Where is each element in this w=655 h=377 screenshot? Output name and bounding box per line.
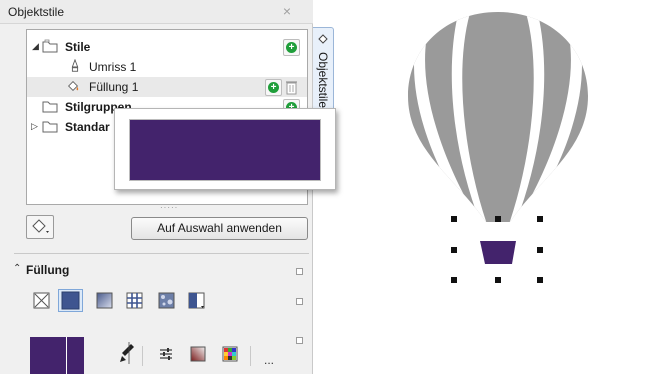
balloon-envelope[interactable] [406,10,596,232]
fill-bucket-icon [68,81,79,91]
selection-handle-bottom-right[interactable] [537,277,543,283]
object-styles-tab-icon [318,34,328,44]
tree-label-defaults: Standar [65,120,110,134]
add-child-button[interactable]: + [265,79,282,96]
delete-icon[interactable] [283,79,300,96]
color-checkbox[interactable] [296,337,303,344]
tool-separator [142,346,143,366]
more-options-button[interactable]: ... [264,353,274,367]
selection-handle-right[interactable] [537,247,543,253]
section-checkbox[interactable] [296,268,303,275]
selection-handle-bottom[interactable] [495,277,501,283]
uniform-fill-button[interactable] [58,289,83,312]
add-style-button[interactable]: + [283,39,300,56]
bitmap-pattern-fill-icon[interactable] [158,292,175,309]
no-fill-icon[interactable] [33,292,50,309]
fill-type-checkbox[interactable] [296,298,303,305]
uniform-fill-icon [61,291,80,310]
fill-color-swatch-secondary[interactable] [67,337,84,374]
outline-pen-icon [71,59,79,72]
tool-separator-2 [250,346,251,366]
apply-to-selection-button[interactable]: Auf Auswahl anwenden [131,217,308,240]
styles-folder-icon [42,39,58,53]
plus-icon: + [268,82,279,93]
resize-grip[interactable]: ····· [160,203,178,212]
selection-handle-top-left[interactable] [451,216,457,222]
tree-row-outline-1[interactable]: Umriss 1 [27,57,307,77]
style-groups-folder-icon [42,101,58,113]
hot-air-balloon-drawing[interactable] [346,0,655,374]
expand-arrow-icon[interactable]: ▷ [31,121,38,132]
fill-preview-swatch [129,119,321,181]
drawing-canvas[interactable] [346,0,655,374]
fill-color-swatch[interactable] [30,337,67,374]
tree-row-styles[interactable]: ◢ Stile + [27,37,307,57]
fill-section-title: Füllung [26,263,70,277]
eyedropper-icon[interactable] [118,342,136,364]
fill-preview-popup [114,108,336,190]
collapse-section-icon[interactable]: ⌃ [13,263,21,274]
selection-handle-top[interactable] [495,216,501,222]
selection-handle-left[interactable] [451,247,457,253]
mixer-sliders-icon[interactable] [158,346,174,362]
balloon-basket[interactable] [480,241,516,264]
docker-title-bar: Objektstile × [0,0,313,24]
tree-label-fill-1: Füllung 1 [89,80,139,94]
color-viewer-icon[interactable] [190,346,206,362]
tree-label-styles: Stile [65,40,91,54]
vector-pattern-fill-icon[interactable] [126,292,143,309]
selection-handle-top-right[interactable] [537,216,543,222]
postscript-fill-icon[interactable] [188,292,205,309]
style-options-icon [32,219,49,233]
close-icon[interactable]: × [283,3,291,19]
color-palette-icon[interactable] [222,346,238,362]
fountain-fill-icon[interactable] [96,292,113,309]
plus-icon: + [286,42,297,53]
section-divider [14,253,309,254]
selection-handle-bottom-left[interactable] [451,277,457,283]
tree-label-outline-1: Umriss 1 [89,60,137,74]
docker-title: Objektstile [8,5,65,19]
collapse-arrow-icon[interactable]: ◢ [32,41,39,52]
defaults-folder-icon [42,121,58,133]
tree-row-fill-1[interactable]: Füllung 1 + [27,77,307,97]
style-options-button[interactable] [26,215,54,239]
